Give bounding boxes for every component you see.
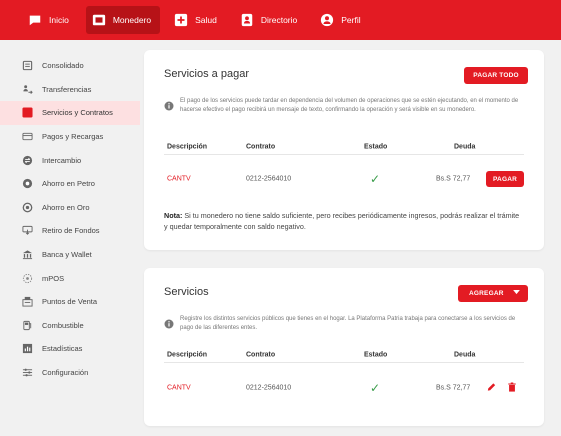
sidebar-item-estadisticas[interactable]: Estadísticas <box>0 337 140 361</box>
services-table-header: Descripción Contrato Estado Deuda <box>164 347 524 363</box>
sidebar-item-label: Retiro de Fondos <box>42 226 100 236</box>
withdraw-icon <box>22 225 33 236</box>
transfer-icon <box>22 84 33 95</box>
chevron-down-icon <box>513 290 520 297</box>
sidebar-item-label: Banca y Wallet <box>42 250 92 260</box>
row-deuda: Bs.S 72,77 <box>436 384 471 392</box>
topnav-monedero[interactable]: Monedero <box>85 6 161 34</box>
consolidated-icon <box>22 60 33 71</box>
delete-icon[interactable] <box>507 382 517 395</box>
row-descripcion[interactable]: CANTV <box>167 385 191 392</box>
pay-note: Nota: Si tu monedero no tiene saldo sufi… <box>164 210 524 232</box>
sidebar-item-label: Ahorro en Oro <box>42 202 90 212</box>
col-contrato: Contrato <box>246 351 276 358</box>
sidebar-item-label: Combustible <box>42 320 84 330</box>
row-descripcion[interactable]: CANTV <box>167 176 191 183</box>
topnav-label: Perfil <box>341 15 361 25</box>
pay-info-text: El pago de los servicios puede tardar en… <box>180 98 519 113</box>
sidebar-item-label: Transferencias <box>42 84 92 94</box>
directory-icon <box>240 13 254 27</box>
topnav-label: Inicio <box>49 15 69 25</box>
services-icon <box>22 107 33 119</box>
sidebar-item-ahorro-petro[interactable]: Ahorro en Petro <box>0 172 140 196</box>
col-descripcion: Descripción <box>167 143 208 150</box>
sidebar-item-puntos-venta[interactable]: Puntos de Venta <box>0 290 140 314</box>
add-service-button[interactable]: AGREGAR <box>458 285 528 302</box>
col-deuda: Deuda <box>454 351 476 358</box>
info-icon <box>164 98 174 111</box>
edit-icon[interactable] <box>486 382 497 395</box>
row-deuda: Bs.S 72,77 <box>436 175 471 183</box>
topnav-perfil[interactable]: Perfil <box>314 6 369 34</box>
topnav-label: Monedero <box>112 15 152 25</box>
sidebar-item-retiro[interactable]: Retiro de Fondos <box>0 219 140 243</box>
sidebar-item-label: Servicios y Contratos <box>42 108 113 118</box>
sidebar-item-transferencias[interactable]: Transferencias <box>0 78 140 102</box>
chat-icon <box>28 13 42 27</box>
sidebar-item-banca[interactable]: Banca y Wallet <box>0 243 140 267</box>
sidebar: Consolidado Transferencias Servicios y C… <box>0 40 140 436</box>
sidebar-item-consolidado[interactable]: Consolidado <box>0 54 140 78</box>
topnav-label: Directorio <box>260 15 298 25</box>
add-service-label: AGREGAR <box>469 290 504 297</box>
sidebar-item-label: Puntos de Venta <box>42 297 98 307</box>
table-row: CANTV 0212-2564010 ✓ Bs.S 72,77 PAGAR <box>164 165 524 193</box>
sidebar-item-configuracion[interactable]: Configuración <box>0 361 140 385</box>
info-icon <box>164 316 174 329</box>
pay-services-title: Servicios a pagar <box>164 68 249 80</box>
col-deuda: Deuda <box>454 143 476 150</box>
col-contrato: Contrato <box>246 143 276 150</box>
payments-icon <box>22 131 33 142</box>
col-estado: Estado <box>364 143 388 150</box>
sidebar-item-label: Configuración <box>42 368 89 378</box>
pos-icon <box>22 296 33 307</box>
pay-services-card: Servicios a pagar PAGAR TODO El pago de … <box>144 50 544 250</box>
topnav-salud[interactable]: Salud <box>168 6 226 34</box>
services-info-text: Registre los distintos servicios público… <box>180 316 516 331</box>
topnav-inicio[interactable]: Inicio <box>22 6 78 34</box>
user-icon <box>320 13 334 27</box>
mpos-icon <box>22 273 33 284</box>
sidebar-item-mpos[interactable]: mPOS <box>0 266 140 290</box>
services-title: Servicios <box>164 286 209 298</box>
gold-icon <box>22 202 33 213</box>
sidebar-item-servicios[interactable]: Servicios y Contratos <box>0 101 140 125</box>
sidebar-item-label: Pagos y Recargas <box>42 132 104 142</box>
note-text: Si tu monedero no tiene saldo suficiente… <box>164 211 520 231</box>
sidebar-item-combustible[interactable]: Combustible <box>0 314 140 338</box>
note-label: Nota: <box>164 211 183 220</box>
row-contrato: 0212-2564010 <box>246 175 292 183</box>
row-contrato: 0212-2564010 <box>246 384 292 392</box>
bank-icon <box>22 249 33 260</box>
sidebar-item-label: Consolidado <box>42 61 84 71</box>
fuel-icon <box>22 320 33 331</box>
status-check-icon: ✓ <box>370 172 381 186</box>
pay-table-header: Descripción Contrato Estado Deuda <box>164 139 524 155</box>
exchange-icon <box>22 155 33 166</box>
top-navbar: Inicio Monedero Salud Directorio Perfil <box>0 0 561 40</box>
services-info: Registre los distintos servicios público… <box>164 315 524 333</box>
services-card: Servicios AGREGAR Registre los distintos… <box>144 268 544 426</box>
topnav-label: Salud <box>195 15 217 25</box>
sidebar-item-intercambio[interactable]: Intercambio <box>0 148 140 172</box>
topnav-directorio[interactable]: Directorio <box>234 6 306 34</box>
table-row: CANTV 0212-2564010 ✓ Bs.S 72,77 <box>164 374 524 402</box>
pay-all-button[interactable]: PAGAR TODO <box>464 67 528 84</box>
settings-icon <box>22 367 33 378</box>
petro-icon <box>22 178 33 189</box>
stats-icon <box>22 343 33 354</box>
col-estado: Estado <box>364 351 388 358</box>
sidebar-item-label: Intercambio <box>42 155 82 165</box>
sidebar-item-label: mPOS <box>42 273 65 283</box>
wallet-icon <box>92 13 106 27</box>
sidebar-item-label: Ahorro en Petro <box>42 179 95 189</box>
sidebar-item-ahorro-oro[interactable]: Ahorro en Oro <box>0 196 140 220</box>
sidebar-item-label: Estadísticas <box>42 344 83 354</box>
health-cross-icon <box>174 13 188 27</box>
pay-info: El pago de los servicios puede tardar en… <box>164 97 524 115</box>
sidebar-item-pagos[interactable]: Pagos y Recargas <box>0 125 140 149</box>
col-descripcion: Descripción <box>167 351 208 358</box>
status-check-icon: ✓ <box>370 381 381 395</box>
pay-button[interactable]: PAGAR <box>486 171 524 187</box>
